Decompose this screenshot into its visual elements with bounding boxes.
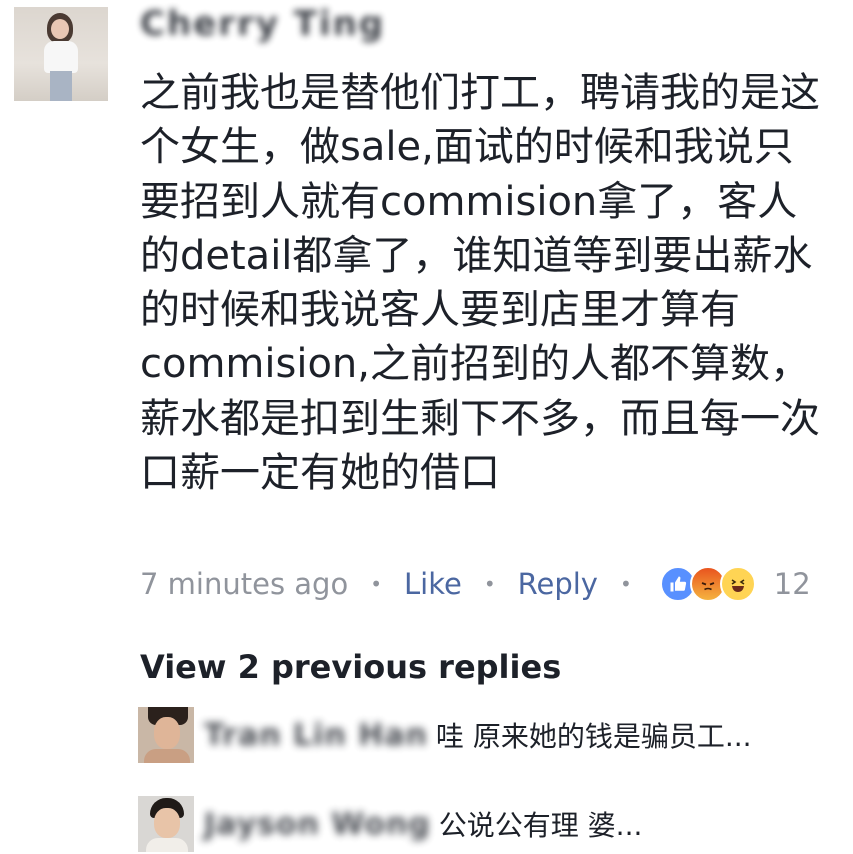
comment-actions-bar: 7 minutes ago • Like • Reply • 12 bbox=[140, 562, 811, 606]
separator-dot: • bbox=[370, 572, 382, 596]
like-button[interactable]: Like bbox=[404, 567, 462, 601]
comment-timestamp[interactable]: 7 minutes ago bbox=[140, 567, 348, 601]
separator-dot: • bbox=[483, 572, 496, 596]
avatar-body bbox=[146, 838, 188, 852]
reply-preview-text: 哇 原来她的钱是骗员工... bbox=[435, 720, 752, 753]
reply-author-name[interactable]: Tran Lin Han bbox=[204, 718, 428, 753]
avatar-body bbox=[44, 41, 78, 73]
avatar-face bbox=[154, 808, 180, 838]
avatar-body bbox=[144, 749, 190, 763]
reply-author-name[interactable]: Jayson Wong bbox=[204, 807, 431, 842]
reply-preview-text: 公说公有理 婆... bbox=[438, 809, 643, 842]
haha-icon bbox=[719, 566, 756, 602]
avatar-face bbox=[51, 19, 69, 39]
comment-author-name[interactable]: Cherry Ting bbox=[140, 4, 385, 44]
reply-avatar[interactable] bbox=[138, 796, 194, 852]
commenter-avatar[interactable] bbox=[14, 7, 108, 101]
view-previous-replies-link[interactable]: View 2 previous replies bbox=[140, 648, 561, 686]
avatar-legs bbox=[50, 71, 72, 101]
reply-avatar[interactable] bbox=[138, 707, 194, 763]
reaction-count[interactable]: 12 bbox=[774, 567, 811, 601]
reply-item[interactable]: Tran Lin Han 哇 原来她的钱是骗员工... bbox=[138, 706, 828, 764]
reactions-summary[interactable] bbox=[659, 566, 756, 602]
comment-body: 之前我也是替他们打工，聘请我的是这个女生，做sale,面试的时候和我说只要招到人… bbox=[140, 70, 820, 497]
reply-item[interactable]: Jayson Wong 公说公有理 婆... bbox=[138, 795, 828, 853]
reply-button[interactable]: Reply bbox=[518, 567, 598, 601]
comment-thread: Cherry Ting 之前我也是替他们打工，聘请我的是这个女生，做sale,面… bbox=[0, 0, 853, 854]
avatar-face bbox=[154, 717, 180, 749]
separator-dot: • bbox=[619, 572, 632, 596]
